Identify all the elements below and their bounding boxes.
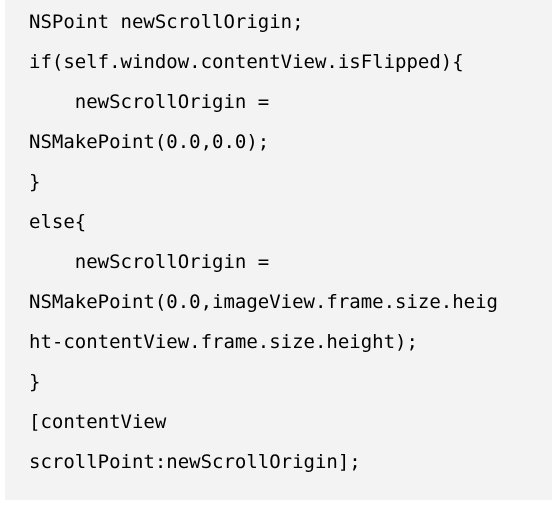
code-line-1: NSPoint newScrollOrigin;: [29, 11, 304, 33]
code-line-7: newScrollOrigin =: [29, 251, 270, 273]
code-line-4: NSMakePoint(0.0,0.0);: [29, 131, 270, 153]
code-line-10: }: [29, 371, 41, 393]
code-line-2: if(self.window.contentView.isFlipped){: [29, 51, 464, 73]
code-line-6: else{: [29, 211, 87, 233]
code-line-3: newScrollOrigin =: [29, 91, 270, 113]
code-line-5: }: [29, 171, 41, 193]
code-line-9: ht-contentView.frame.size.height);: [29, 331, 418, 353]
code-line-8: NSMakePoint(0.0,imageView.frame.size.hei…: [29, 291, 498, 313]
code-block: NSPoint newScrollOrigin; if(self.window.…: [5, 0, 552, 500]
code-line-11: [contentView: [29, 411, 167, 433]
code-line-12: scrollPoint:newScrollOrigin];: [29, 451, 361, 473]
